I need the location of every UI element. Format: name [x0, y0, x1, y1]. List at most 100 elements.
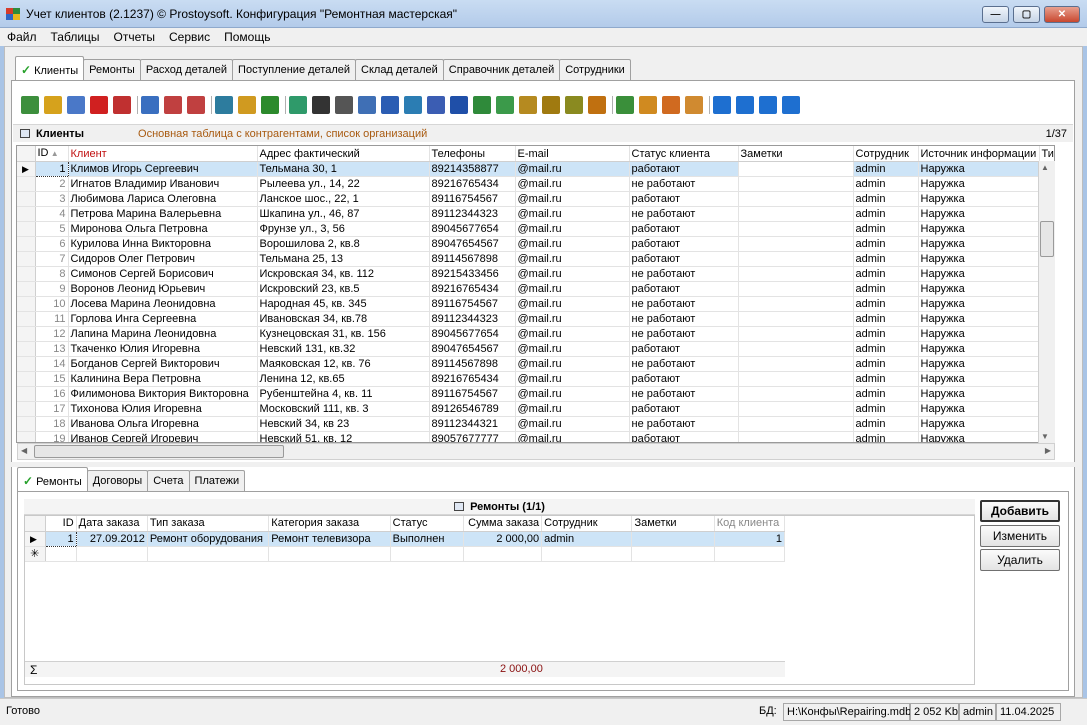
cell-address[interactable]: Шкапина ул., 46, 87 [257, 206, 430, 222]
col-repair-notes[interactable]: Заметки [631, 516, 715, 532]
col-repair-status[interactable]: Статус [390, 516, 464, 532]
cell-status[interactable]: не работают [629, 311, 739, 327]
cell-id[interactable]: 2 [35, 176, 69, 192]
row-indicator[interactable] [17, 431, 36, 442]
prev-record-icon[interactable] [736, 96, 754, 114]
cell-email[interactable]: @mail.ru [515, 281, 630, 297]
cell-source[interactable]: Наружка [918, 236, 1040, 252]
table-row[interactable]: 10 Лосева Марина Леонидовна Народная 45, к… [17, 296, 1054, 312]
table-row[interactable]: 15 Калинина Вера Петровна Ленина 12, кв.65… [17, 371, 1054, 387]
cell-client[interactable]: Воронов Леонид Юрьевич [68, 281, 258, 297]
col-notes[interactable]: Заметки [738, 146, 854, 162]
row-indicator[interactable] [17, 251, 36, 267]
cell-source[interactable]: Наружка [918, 161, 1040, 177]
cell-notes[interactable] [738, 371, 854, 387]
filter-icon[interactable] [141, 96, 159, 114]
cell-address[interactable]: Тельмана 30, 1 [257, 161, 430, 177]
cell-status[interactable]: работают [629, 371, 739, 387]
cell-phones[interactable]: 89216765434 [429, 371, 516, 387]
cell-client[interactable]: Иванов Сергей Игоревич [68, 431, 258, 442]
cell-employee[interactable]: admin [853, 296, 919, 312]
cell-source[interactable]: Наружка [918, 206, 1040, 222]
tab-sub-invoices[interactable]: Счета [147, 470, 190, 492]
cell-source[interactable]: Наружка [918, 431, 1040, 442]
close-button[interactable]: ✕ [1044, 6, 1080, 23]
scroll-left-icon[interactable]: ◀ [21, 446, 27, 455]
delete-record-icon[interactable] [90, 96, 108, 114]
cell-status[interactable]: работают [629, 236, 739, 252]
cell-status[interactable]: не работают [629, 176, 739, 192]
cell-employee[interactable]: admin [853, 371, 919, 387]
cell-client[interactable]: Богданов Сергей Викторович [68, 356, 258, 372]
tab-sub-contracts[interactable]: Договоры [86, 470, 149, 492]
col-order-type[interactable]: Тип заказа [147, 516, 270, 532]
cell-address[interactable]: Ланское шос., 22, 1 [257, 191, 430, 207]
table-row[interactable]: 19 Иванов Сергей Игоревич Невский 51, кв. … [17, 431, 1054, 442]
cell-client[interactable]: Калинина Вера Петровна [68, 371, 258, 387]
col-client-code[interactable]: Код клиента [714, 516, 786, 532]
cell-source[interactable]: Наружка [918, 326, 1040, 342]
cell-email[interactable]: @mail.ru [515, 371, 630, 387]
cell-address[interactable]: Рубенштейна 4, кв. 11 [257, 386, 430, 402]
tab-parts-catalog[interactable]: Справочник деталей [442, 59, 561, 81]
cell-status[interactable]: не работают [629, 326, 739, 342]
table-row[interactable]: 14 Богданов Сергей Викторович Маяковская 1… [17, 356, 1054, 372]
cell-notes[interactable] [738, 296, 854, 312]
cell-phones[interactable]: 89112344321 [429, 416, 516, 432]
menu-tables[interactable]: Таблицы [44, 28, 107, 46]
table-row[interactable]: 13 Ткаченко Юлия Игоревна Невский 131, кв.… [17, 341, 1054, 357]
col-order-sum[interactable]: Сумма заказа [463, 516, 543, 532]
new-row[interactable]: ✳ [25, 546, 786, 562]
cell-status[interactable]: работают [629, 221, 739, 237]
cell-employee[interactable]: admin [853, 326, 919, 342]
filter-delete-icon[interactable] [187, 96, 205, 114]
export-excel-icon[interactable] [473, 96, 491, 114]
cell-id[interactable]: 18 [35, 416, 69, 432]
cell-source[interactable]: Наружка [918, 221, 1040, 237]
cell-repair-employee[interactable]: admin [541, 531, 633, 547]
cell-status[interactable]: работают [629, 251, 739, 267]
row-indicator[interactable] [17, 176, 36, 192]
table-row[interactable]: 4 Петрова Марина Валерьевна Шкапина ул., 4… [17, 206, 1054, 222]
cell-source[interactable]: Наружка [918, 296, 1040, 312]
cell-employee[interactable]: admin [853, 191, 919, 207]
cell-address[interactable]: Кузнецовская 31, кв. 156 [257, 326, 430, 342]
cell-employee[interactable]: admin [853, 356, 919, 372]
cell-status[interactable]: не работают [629, 356, 739, 372]
cell-notes[interactable] [738, 281, 854, 297]
cell-status[interactable]: работают [629, 431, 739, 442]
table-row[interactable]: ▶ 1 Климов Игорь Сергеевич Тельмана 30, 1 89… [17, 161, 1054, 177]
cell-address[interactable]: Тельмана 25, 13 [257, 251, 430, 267]
row-indicator[interactable] [17, 296, 36, 312]
col-status[interactable]: Статус клиента [629, 146, 739, 162]
cell-phones[interactable]: 89126546789 [429, 401, 516, 417]
cell-id[interactable]: 19 [35, 431, 69, 442]
cell-notes[interactable] [738, 266, 854, 282]
cell-source[interactable]: Наружка [918, 416, 1040, 432]
cell-email[interactable]: @mail.ru [515, 386, 630, 402]
cell-notes[interactable] [738, 311, 854, 327]
cell-phones[interactable]: 89112344323 [429, 311, 516, 327]
cell-employee[interactable]: admin [853, 161, 919, 177]
tab-parts-stock[interactable]: Склад деталей [355, 59, 444, 81]
next-record-icon[interactable] [759, 96, 777, 114]
table-row[interactable]: 6 Курилова Инна Викторовна Ворошилова 2, к… [17, 236, 1054, 252]
cell-employee[interactable]: admin [853, 206, 919, 222]
cell-notes[interactable] [738, 251, 854, 267]
cell-id[interactable]: 9 [35, 281, 69, 297]
cell-phones[interactable]: 89045677654 [429, 326, 516, 342]
scroll-down-icon[interactable]: ▼ [1041, 432, 1049, 441]
cell-address[interactable]: Невский 51, кв. 12 [257, 431, 430, 442]
cell-repair-id[interactable]: 1 [44, 530, 77, 547]
tab-employees[interactable]: Сотрудники [559, 59, 631, 81]
cell-status[interactable]: работают [629, 341, 739, 357]
tab-parts-expense[interactable]: Расход деталей [139, 59, 234, 81]
cell-address[interactable]: Народная 45, кв. 345 [257, 296, 430, 312]
cell-employee[interactable]: admin [853, 431, 919, 442]
table-row[interactable]: 11 Горлова Инга Сергеевна Ивановская 34, к… [17, 311, 1054, 327]
cell-source[interactable]: Наружка [918, 251, 1040, 267]
table-row[interactable]: 8 Симонов Сергей Борисович Искровская 34, … [17, 266, 1054, 282]
export-dbf-icon[interactable] [565, 96, 583, 114]
cell-source[interactable]: Наружка [918, 191, 1040, 207]
cell-order-category[interactable]: Ремонт телевизора [268, 531, 391, 547]
